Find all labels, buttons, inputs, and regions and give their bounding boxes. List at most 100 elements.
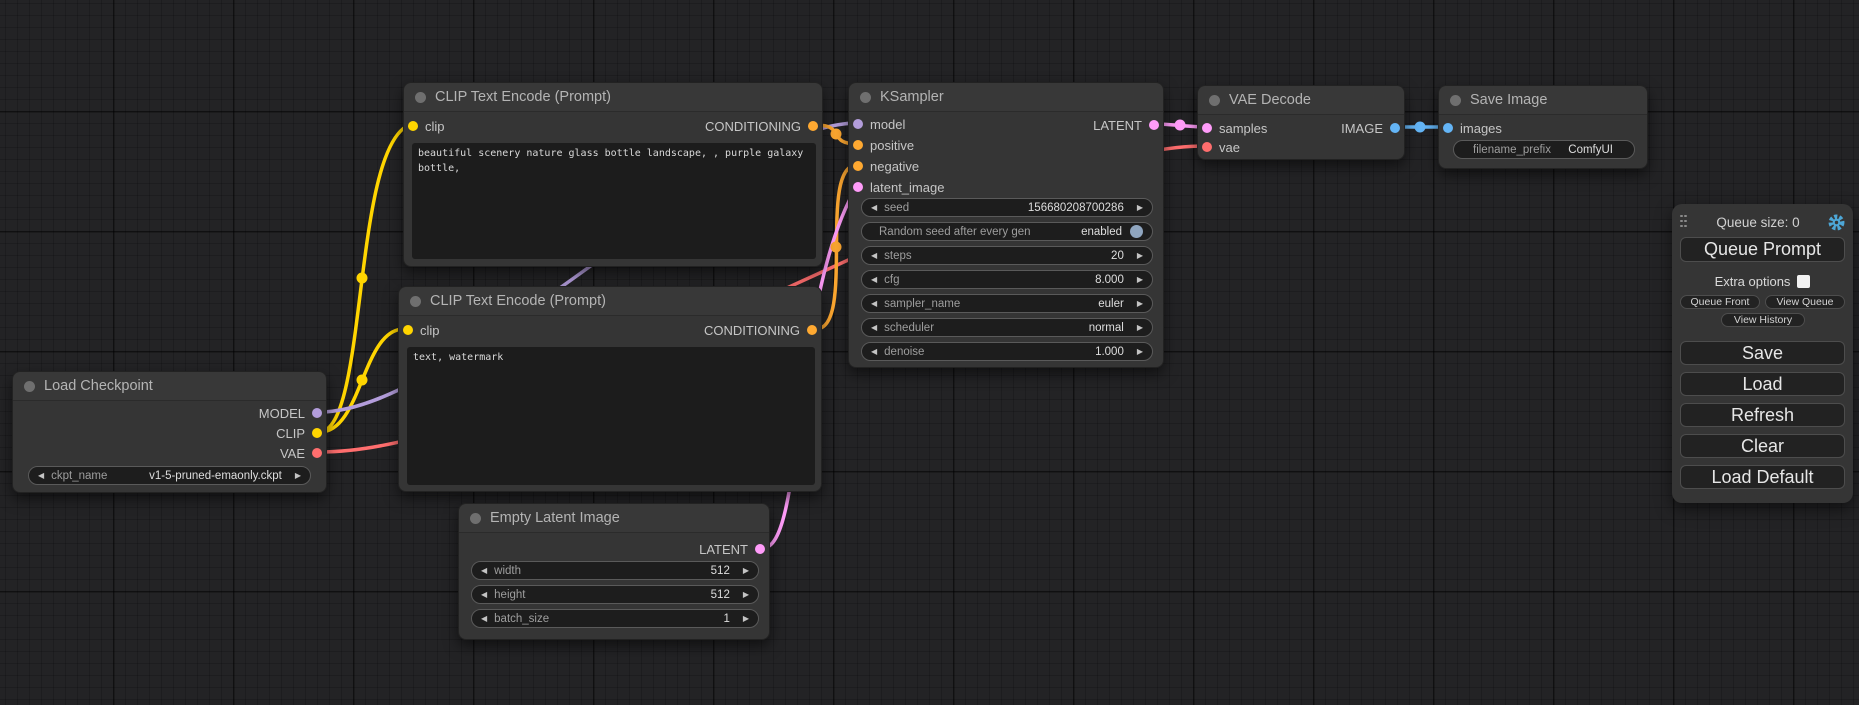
decrement-arrow-icon[interactable]: ◀ (871, 348, 877, 356)
conditioning-input-port-icon[interactable] (853, 140, 863, 150)
steps-widget[interactable]: ◀ steps 20 ▶ (861, 246, 1153, 265)
node-title-bar[interactable]: Load Checkpoint (13, 372, 326, 401)
increment-arrow-icon[interactable]: ▶ (1137, 348, 1143, 356)
node-title: CLIP Text Encode (Prompt) (430, 293, 606, 309)
latent-input-port-icon[interactable] (1202, 123, 1212, 133)
port-label: images (1460, 121, 1502, 136)
port-label: CLIP (276, 426, 305, 441)
node-title-bar[interactable]: Save Image (1439, 86, 1647, 115)
ckpt-name-widget[interactable]: ◀ ckpt_name v1-5-pruned-emaonly.ckpt ▶ (28, 466, 311, 485)
refresh-button[interactable]: Refresh (1680, 403, 1845, 427)
increment-arrow-icon[interactable]: ▶ (1137, 204, 1143, 212)
width-widget[interactable]: ◀ width 512 ▶ (471, 561, 759, 580)
image-input-port-icon[interactable] (1443, 123, 1453, 133)
latent-output-port-icon[interactable] (755, 544, 765, 554)
widget-name: Random seed after every gen (879, 226, 1031, 238)
decrement-arrow-icon[interactable]: ◀ (481, 567, 487, 575)
scheduler-widget[interactable]: ◀ scheduler normal ▶ (861, 318, 1153, 337)
node-title-bar[interactable]: CLIP Text Encode (Prompt) (399, 287, 821, 316)
model-output-port-icon[interactable] (312, 408, 322, 418)
node-load-checkpoint[interactable]: Load Checkpoint MODEL CLIP VAE ◀ ckpt_na… (12, 371, 327, 493)
clip-input-port-icon[interactable] (403, 325, 413, 335)
node-title-bar[interactable]: VAE Decode (1198, 86, 1404, 115)
collapse-dot-icon[interactable] (470, 513, 481, 524)
decrement-arrow-icon[interactable]: ◀ (871, 324, 877, 332)
latent-output-port-icon[interactable] (1149, 120, 1159, 130)
negative-prompt-textarea[interactable]: text, watermark (407, 347, 815, 485)
height-widget[interactable]: ◀ height 512 ▶ (471, 585, 759, 604)
vae-output-port-icon[interactable] (312, 448, 322, 458)
node-save-image[interactable]: Save Image images filename_prefix ComfyU… (1438, 85, 1648, 169)
conditioning-output-port-icon[interactable] (808, 121, 818, 131)
filename-prefix-widget[interactable]: filename_prefix ComfyUI (1453, 140, 1635, 159)
clear-button[interactable]: Clear (1680, 434, 1845, 458)
increment-arrow-icon[interactable]: ▶ (1137, 252, 1143, 260)
node-title-bar[interactable]: KSampler (849, 83, 1163, 112)
collapse-dot-icon[interactable] (1450, 95, 1461, 106)
clip-output-port-icon[interactable] (312, 428, 322, 438)
conditioning-input-port-icon[interactable] (853, 161, 863, 171)
decrement-arrow-icon[interactable]: ◀ (481, 615, 487, 623)
image-output-port-icon[interactable] (1390, 123, 1400, 133)
node-graph-canvas[interactable]: Load Checkpoint MODEL CLIP VAE ◀ ckpt_na… (0, 0, 1859, 705)
model-input-port-icon[interactable] (853, 119, 863, 129)
view-history-button[interactable]: View History (1721, 313, 1805, 327)
node-vae-decode[interactable]: VAE Decode samples vae IMAGE (1197, 85, 1405, 160)
sampler-name-widget[interactable]: ◀ sampler_name euler ▶ (861, 294, 1153, 313)
increment-arrow-icon[interactable]: ▶ (1137, 276, 1143, 284)
decrement-arrow-icon[interactable]: ◀ (481, 591, 487, 599)
queue-prompt-button[interactable]: Queue Prompt (1680, 237, 1845, 262)
denoise-widget[interactable]: ◀ denoise 1.000 ▶ (861, 342, 1153, 361)
port-label: vae (1219, 140, 1240, 155)
node-title-bar[interactable]: CLIP Text Encode (Prompt) (404, 83, 822, 112)
load-default-button[interactable]: Load Default (1680, 465, 1845, 489)
increment-arrow-icon[interactable]: ▶ (743, 615, 749, 623)
toggle-knob-icon[interactable] (1130, 225, 1143, 238)
vae-input-port-icon[interactable] (1202, 142, 1212, 152)
settings-gear-icon[interactable] (1828, 214, 1845, 231)
node-empty-latent-image[interactable]: Empty Latent Image LATENT ◀ width 512 ▶ … (458, 503, 770, 640)
node-clip-text-encode-positive[interactable]: CLIP Text Encode (Prompt) clip CONDITION… (403, 82, 823, 267)
queue-front-button[interactable]: Queue Front (1680, 295, 1760, 309)
random-seed-toggle-widget[interactable]: Random seed after every gen enabled (861, 222, 1153, 241)
widget-value: euler (966, 298, 1124, 310)
drag-handle-icon[interactable] (1680, 215, 1688, 230)
input-samples: samples (1202, 118, 1267, 138)
collapse-dot-icon[interactable] (415, 92, 426, 103)
widget-name: width (494, 565, 521, 577)
collapse-dot-icon[interactable] (1209, 95, 1220, 106)
extra-options-checkbox[interactable] (1797, 275, 1810, 288)
port-label: clip (420, 323, 440, 338)
port-label: latent_image (870, 180, 944, 195)
collapse-dot-icon[interactable] (860, 92, 871, 103)
collapse-dot-icon[interactable] (410, 296, 421, 307)
node-title-bar[interactable]: Empty Latent Image (459, 504, 769, 533)
port-label: LATENT (1093, 118, 1142, 133)
conditioning-output-port-icon[interactable] (807, 325, 817, 335)
latent-input-port-icon[interactable] (853, 182, 863, 192)
batch-size-widget[interactable]: ◀ batch_size 1 ▶ (471, 609, 759, 628)
view-queue-button[interactable]: View Queue (1765, 295, 1845, 309)
positive-prompt-textarea[interactable]: beautiful scenery nature glass bottle la… (412, 143, 816, 259)
decrement-arrow-icon[interactable]: ◀ (38, 472, 44, 480)
decrement-arrow-icon[interactable]: ◀ (871, 276, 877, 284)
seed-widget[interactable]: ◀ seed 156680208700286 ▶ (861, 198, 1153, 217)
increment-arrow-icon[interactable]: ▶ (743, 591, 749, 599)
decrement-arrow-icon[interactable]: ◀ (871, 204, 877, 212)
load-button[interactable]: Load (1680, 372, 1845, 396)
link-midpoint-dot (357, 273, 368, 284)
increment-arrow-icon[interactable]: ▶ (295, 472, 301, 480)
decrement-arrow-icon[interactable]: ◀ (871, 252, 877, 260)
collapse-dot-icon[interactable] (24, 381, 35, 392)
cfg-widget[interactable]: ◀ cfg 8.000 ▶ (861, 270, 1153, 289)
save-button[interactable]: Save (1680, 341, 1845, 365)
node-clip-text-encode-negative[interactable]: CLIP Text Encode (Prompt) clip CONDITION… (398, 286, 822, 492)
increment-arrow-icon[interactable]: ▶ (1137, 324, 1143, 332)
increment-arrow-icon[interactable]: ▶ (743, 567, 749, 575)
port-label: MODEL (259, 406, 305, 421)
increment-arrow-icon[interactable]: ▶ (1137, 300, 1143, 308)
decrement-arrow-icon[interactable]: ◀ (871, 300, 877, 308)
output-image: IMAGE (1341, 118, 1400, 138)
node-ksampler[interactable]: KSampler model positive negative latent_… (848, 82, 1164, 368)
clip-input-port-icon[interactable] (408, 121, 418, 131)
